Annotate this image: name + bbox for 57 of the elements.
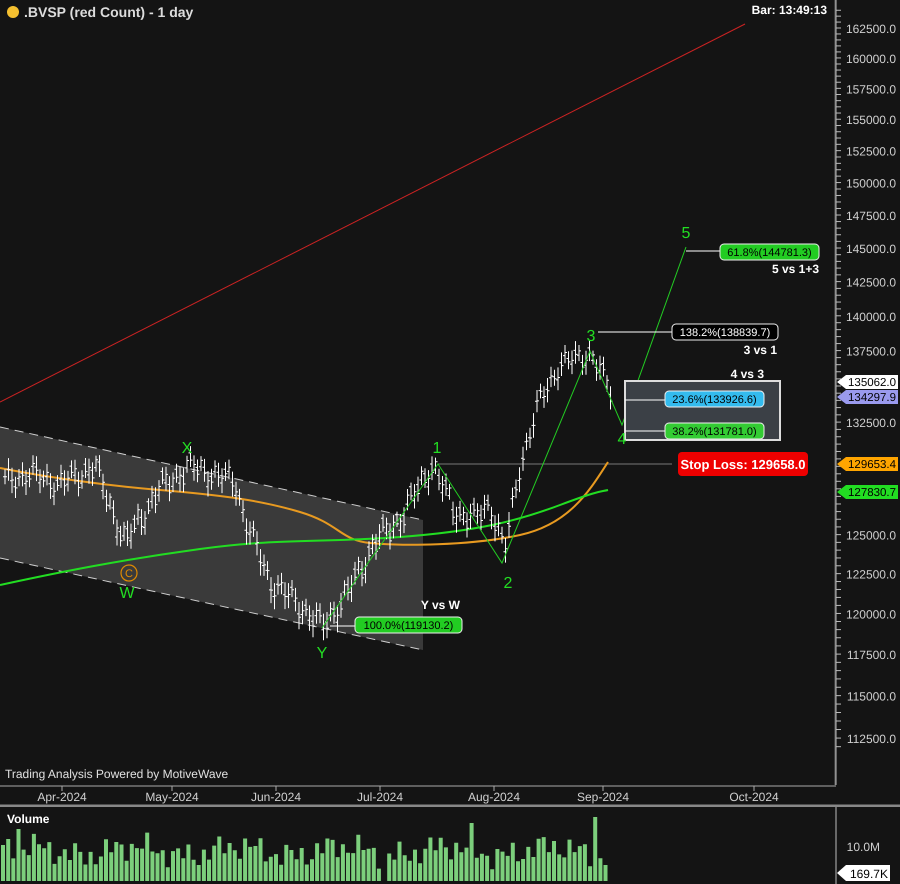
axis-label: Jun-2024: [250, 790, 302, 804]
axis-label: 122500.0: [846, 568, 896, 582]
chart-title: .BVSP (red Count) - 1 day: [24, 4, 194, 20]
ratio-note: 3 vs 1: [744, 343, 777, 357]
axis-label: 112500.0: [846, 732, 896, 746]
axis-label: 10.0M: [846, 840, 880, 854]
wave-label: 5: [682, 225, 690, 242]
ratio-note: 5 vs 1+3: [772, 262, 819, 276]
stop-loss-label: Stop Loss: 129658.0: [678, 452, 808, 476]
axis-label: 125000.0: [846, 528, 896, 543]
credit-text: Trading Analysis Powered by MotiveWave: [5, 767, 228, 781]
panel-title: Volume: [7, 812, 50, 826]
status-dot-icon: [7, 6, 19, 18]
fib-level-line: [624, 430, 666, 432]
axis-label: 147500.0: [846, 209, 896, 224]
axis-label: 137500.0: [846, 344, 896, 359]
axis-label: 142500.0: [846, 276, 896, 290]
axis-label: 145000.0: [846, 242, 896, 256]
ratio-note: Y vs W: [420, 598, 460, 612]
fib-label: 23.6%(133926.6): [664, 390, 764, 408]
axis-label: 140000.0: [846, 310, 896, 324]
axis-label: 152500.0: [846, 144, 896, 159]
axis-label: 162500.0: [846, 22, 896, 36]
axis-label: 150000.0: [846, 176, 896, 191]
fib-label: 100.0%(119130.2): [354, 616, 462, 634]
wave-label: X: [182, 440, 192, 457]
axis-label: May-2024: [145, 790, 199, 804]
zone-note: 4 vs 3: [730, 367, 764, 381]
wave-label: 2: [504, 575, 512, 592]
axis-label: 157500.0: [846, 82, 896, 96]
wave-label: 1: [432, 440, 442, 457]
axis-label: 160000.0: [846, 52, 896, 66]
axis-label: 120000.0: [846, 607, 896, 622]
axis-label: 115000.0: [846, 690, 896, 704]
fib-label: 61.8%(144781.3): [720, 244, 820, 260]
wave-label: Y: [316, 645, 328, 662]
wave-label: C: [120, 564, 138, 582]
bar-timer: Bar: 13:49:13: [752, 3, 827, 17]
price-tag: 169.7K: [837, 865, 890, 881]
price-tag: 134297.9: [837, 390, 898, 404]
axis-label: Oct-2024: [729, 790, 779, 804]
axis-label: Sep-2024: [576, 790, 630, 804]
fib-level-line: [686, 250, 720, 252]
axis-label: Aug-2024: [468, 790, 520, 804]
wave-label: W: [119, 585, 135, 602]
wave-label: 3: [586, 328, 596, 345]
axis-label: 155000.0: [846, 113, 896, 128]
fib-label: 138.2%(138839.7): [672, 324, 778, 340]
axis-label: 117500.0: [846, 648, 896, 662]
price-tag: 135062.0: [837, 375, 898, 389]
fib-label: 38.2%(131781.0): [664, 422, 764, 440]
wave-label: 4: [618, 431, 626, 448]
axis-label: Jul-2024: [356, 790, 404, 804]
price-tag: 127830.7: [837, 485, 898, 499]
price-tag: 129653.4: [837, 457, 898, 471]
axis-label: 132500.0: [846, 416, 896, 430]
axis-label: Apr-2024: [37, 790, 87, 804]
